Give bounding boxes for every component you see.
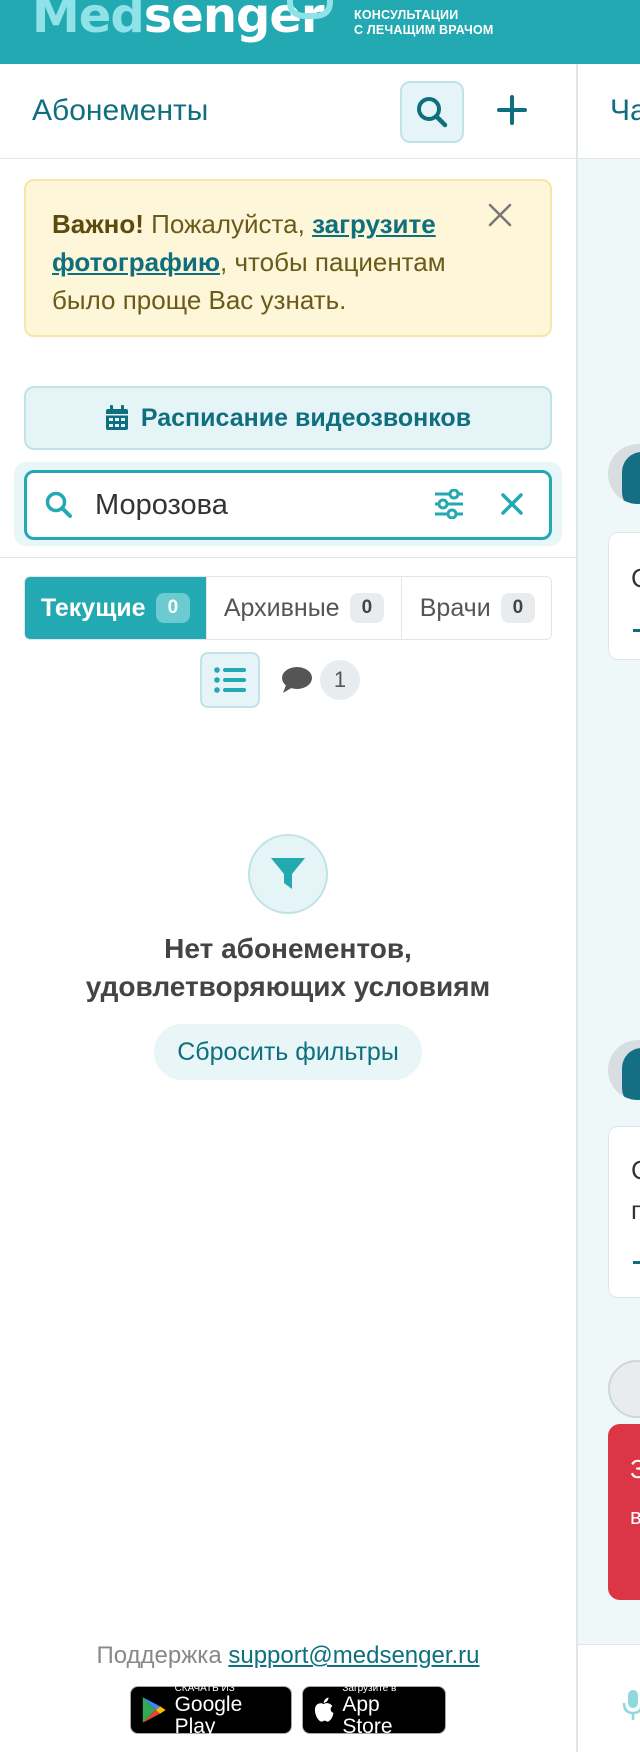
app-store-text: Загрузите в App Store [342, 1683, 433, 1738]
tab-label: Архивные [223, 593, 340, 622]
plus-icon [497, 95, 527, 125]
subscription-tabs: Текущие 0 Архивные 0 Врачи 0 [24, 576, 552, 640]
robot-avatar[interactable] [608, 1360, 640, 1418]
sliders-icon[interactable] [433, 489, 465, 519]
empty-state-line-1: Нет абонементов, [164, 933, 412, 964]
message-text: З [630, 1454, 640, 1485]
app-store-small: Загрузите в [342, 1682, 397, 1694]
app-store-badge[interactable]: Загрузите в App Store [302, 1683, 446, 1737]
list-view-button[interactable] [200, 652, 260, 708]
chat-count-badge: 1 [320, 660, 360, 700]
apple-icon [314, 1697, 334, 1722]
tab-current[interactable]: Текущие 0 [25, 577, 207, 639]
reset-filters-button[interactable]: Сбросить фильтры [154, 1024, 422, 1080]
tab-doctors[interactable]: Врачи 0 [402, 577, 551, 639]
tagline-line-2: С ЛЕЧАЩИМ ВРАЧОМ [354, 23, 494, 37]
message-text: С [631, 563, 640, 594]
search-icon [417, 97, 448, 128]
message-text: п [631, 1195, 640, 1226]
google-play-big: Google Play [174, 1692, 243, 1738]
tab-count-badge: 0 [500, 593, 536, 623]
calendar-icon [105, 405, 128, 430]
chat-panel: Ча С С п З в [576, 64, 640, 1752]
support-email-link[interactable]: support@medsenger.ru [228, 1642, 479, 1669]
clear-search-icon[interactable] [499, 491, 525, 517]
app-store-big: App Store [342, 1692, 393, 1738]
avatar[interactable] [608, 1040, 640, 1100]
chat-filter-button[interactable]: 1 [280, 660, 360, 700]
google-play-icon [142, 1697, 166, 1723]
chat-panel-title: Ча [610, 94, 640, 127]
support-footer: Поддержка support@medsenger.ru [0, 1642, 576, 1670]
tab-archived[interactable]: Архивные 0 [207, 577, 402, 639]
chat-bubble-icon [282, 667, 312, 693]
video-calls-schedule-button[interactable]: Расписание видеозвонков [24, 386, 552, 450]
upload-photo-alert: Важно! Пожалуйста, загрузите фотографию,… [24, 179, 552, 337]
divider [0, 557, 576, 558]
logo-part-med: Med [32, 0, 145, 44]
empty-state-message: Нет абонементов, удовлетворяющих условия… [40, 930, 536, 1006]
tab-label: Врачи [419, 593, 491, 622]
google-play-text: СКАЧАТЬ ИЗ Google Play [175, 1683, 279, 1738]
subscriptions-panel: Абонементы Важно! Пожалуйста, загрузите … [0, 64, 576, 1752]
schedule-button-label: Расписание видеозвонков [140, 403, 472, 432]
search-toggle-button[interactable] [400, 81, 464, 143]
funnel-icon [271, 858, 305, 889]
search-input[interactable] [95, 481, 395, 529]
google-play-badge[interactable]: СКАЧАТЬ ИЗ Google Play [130, 1683, 292, 1737]
search-box [24, 470, 552, 540]
empty-state-line-2: удовлетворяющих условиям [85, 971, 491, 1002]
alert-text-before: Пожалуйста, [143, 209, 313, 239]
microphone-icon[interactable] [622, 1689, 640, 1721]
tagline-line-1: КОНСУЛЬТАЦИИ [354, 8, 459, 22]
alert-close-button[interactable] [484, 199, 516, 231]
logo-bubble-icon [287, 0, 333, 19]
google-play-small: СКАЧАТЬ ИЗ [174, 1682, 235, 1694]
close-icon [488, 203, 512, 227]
message-link-underline [633, 1261, 640, 1264]
chat-panel-header: Ча [578, 64, 640, 159]
panel-header: Абонементы [0, 64, 576, 159]
add-subscription-button[interactable] [490, 84, 534, 136]
avatar[interactable] [608, 444, 640, 504]
message-text: в [630, 1504, 640, 1530]
support-label: Поддержка [96, 1642, 229, 1669]
tab-label: Текущие [40, 593, 146, 622]
list-icon [214, 667, 246, 693]
page-title: Абонементы [32, 94, 209, 127]
empty-state-icon [248, 834, 328, 914]
brand-tagline: КОНСУЛЬТАЦИИ С ЛЕЧАЩИМ ВРАЧОМ [354, 8, 494, 38]
message-link-underline [633, 629, 640, 632]
chat-input-bar [578, 1644, 640, 1752]
tab-count-badge: 0 [349, 593, 385, 623]
medsenger-logo[interactable]: Medsenger [32, 0, 325, 46]
message-text: С [631, 1155, 640, 1186]
alert-strong: Важно! [52, 209, 144, 239]
message-card[interactable]: С [608, 532, 640, 660]
tab-count-badge: 0 [155, 593, 191, 623]
search-icon [45, 491, 72, 518]
alert-message-card[interactable]: З в [608, 1424, 640, 1600]
store-badges: СКАЧАТЬ ИЗ Google Play Загрузите в App S… [130, 1683, 446, 1737]
top-bar: Medsenger КОНСУЛЬТАЦИИ С ЛЕЧАЩИМ ВРАЧОМ [0, 0, 640, 64]
message-card[interactable]: С п [608, 1126, 640, 1298]
